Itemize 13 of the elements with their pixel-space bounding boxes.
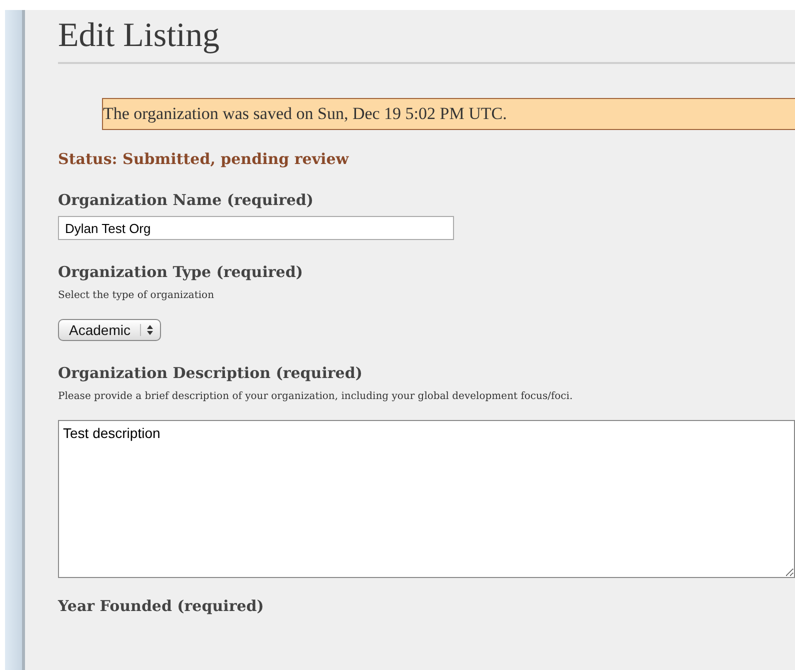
- field-label: Organization Description (required): [58, 363, 364, 383]
- page-title: Edit Listing: [58, 10, 795, 64]
- field-hint: Select the type of organization: [58, 290, 216, 301]
- field-label: Year Founded (required): [58, 596, 265, 616]
- field-label: Organization Type (required): [58, 262, 304, 282]
- status-text: Status: Submitted, pending review: [58, 150, 350, 168]
- stepper-icon: [140, 324, 154, 336]
- field-hint: Please provide a brief description of your organization, including your global development focus/foci.: [58, 391, 574, 402]
- saved-notice: The organization was saved on Sun, Dec 19 5:02 PM UTC.: [102, 98, 795, 130]
- input-field[interactable]: Dylan Test Org: [58, 216, 454, 240]
- text-area[interactable]: Test description: [58, 420, 795, 578]
- field-label: Organization Name (required): [58, 190, 315, 210]
- select-dropdown[interactable]: Academic: [58, 319, 162, 341]
